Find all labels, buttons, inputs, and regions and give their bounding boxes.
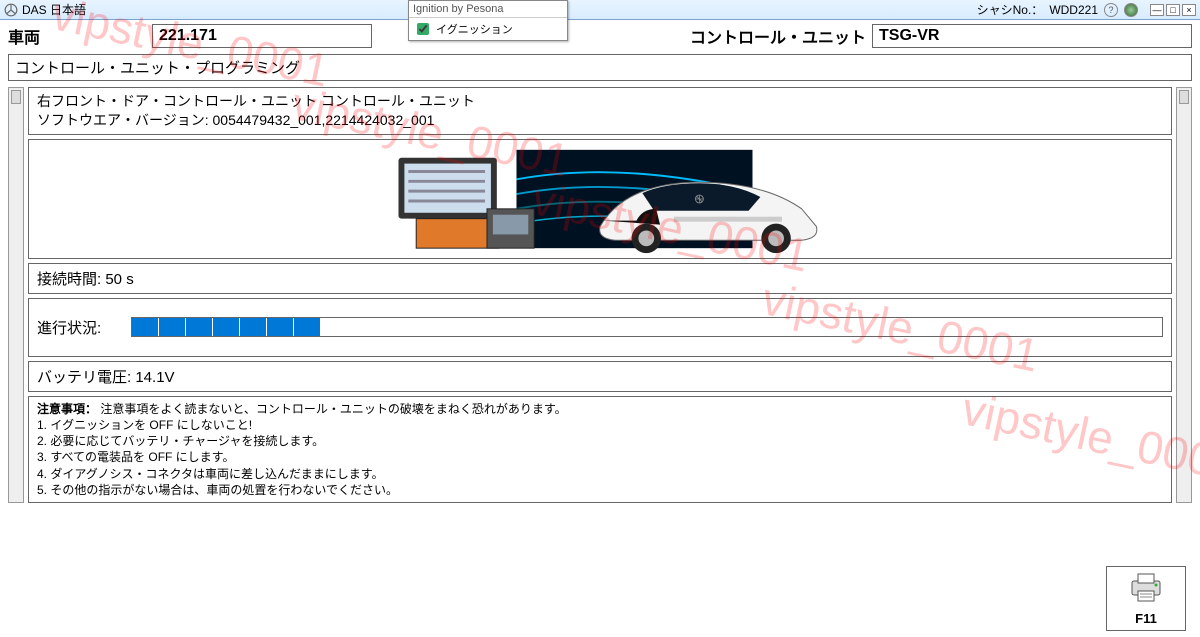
vehicle-field: 221.171 xyxy=(152,24,372,48)
battery-label: バッテリ電圧: xyxy=(37,369,131,386)
vehicle-label: 車両 xyxy=(8,24,40,48)
left-scrollbar[interactable] xyxy=(8,87,24,503)
chassis-value: WDD221 xyxy=(1049,3,1098,17)
ecu-label: コントロール・ユニット xyxy=(690,24,866,48)
window-titlebar: DAS 日本語 シャシNo.： WDD221 ? — □ × xyxy=(0,0,1200,20)
sw-version-label: ソフトウエア・バージョン: xyxy=(37,112,209,128)
progress-tick xyxy=(267,318,293,336)
banner-illustration-icon xyxy=(369,140,831,258)
notice-item: 2. 必要に応じてバッテリ・チャージャを接続します。 xyxy=(37,433,1163,449)
progress-tick xyxy=(159,318,185,336)
globe-icon[interactable] xyxy=(1124,3,1138,17)
progress-tick xyxy=(186,318,212,336)
function-key-bar: F11 xyxy=(1106,566,1186,631)
connection-panel: 接続時間: 50 s xyxy=(28,263,1172,294)
dropdown-title: Ignition by Pesona xyxy=(409,1,567,18)
notice-panel: 注意事項： 注意事項をよく読まないと、コントロール・ユニットの破壊をまねく恐れが… xyxy=(28,396,1172,503)
progress-tick xyxy=(213,318,239,336)
notice-item: 4. ダイアグノシス・コネクタは車両に差し込んだままにします。 xyxy=(37,466,1163,482)
progress-tick xyxy=(132,318,158,336)
progress-tick xyxy=(240,318,266,336)
work-area: 右フロント・ドア・コントロール・ユニット コントロール・ユニット ソフトウエア・… xyxy=(8,87,1192,503)
ecu-field: TSG-VR xyxy=(872,24,1192,48)
notice-header-text: 注意事項をよく読まないと、コントロール・ユニットの破壊をまねく恐れがあります。 xyxy=(100,402,566,416)
help-icon[interactable]: ? xyxy=(1104,3,1118,17)
minimize-button[interactable]: — xyxy=(1150,4,1164,16)
chassis-label: シャシNo.： xyxy=(977,1,1044,18)
section-title: コントロール・ユニット・プログラミング xyxy=(8,54,1192,81)
ignition-checkbox-label: イグニッション xyxy=(436,21,513,37)
f11-button[interactable]: F11 xyxy=(1106,566,1186,631)
ignition-checkbox[interactable] xyxy=(417,23,429,35)
battery-value: 14.1V xyxy=(135,369,174,386)
banner-panel xyxy=(28,139,1172,259)
ignition-dropdown[interactable]: Ignition by Pesona イグニッション xyxy=(408,0,568,41)
software-version-panel: 右フロント・ドア・コントロール・ユニット コントロール・ユニット ソフトウエア・… xyxy=(28,87,1172,135)
progress-tick xyxy=(294,318,320,336)
dropdown-item-ignition[interactable]: イグニッション xyxy=(409,18,567,40)
battery-panel: バッテリ電圧: 14.1V xyxy=(28,361,1172,392)
notice-item: 3. すべての電装品を OFF にします。 xyxy=(37,449,1163,465)
progress-bar xyxy=(131,317,1163,337)
notice-header: 注意事項： xyxy=(37,402,97,416)
maximize-button[interactable]: □ xyxy=(1166,4,1180,16)
progress-panel: 進行状況: xyxy=(28,298,1172,357)
notice-item: 1. イグニッションを OFF にしないこと! xyxy=(37,417,1163,433)
app-title: DAS 日本語 xyxy=(22,1,86,18)
printer-icon xyxy=(1126,571,1166,603)
header-row: 車両 221.171 コントロール・ユニット TSG-VR xyxy=(0,20,1200,54)
f11-label: F11 xyxy=(1135,611,1157,626)
connection-label: 接続時間: xyxy=(37,271,101,288)
sw-version-value: 0054479432_001,2214424032_001 xyxy=(213,112,435,128)
notice-item: 5. その他の指示がない場合は、車両の処置を行わないでください。 xyxy=(37,482,1163,498)
ecu-description: 右フロント・ドア・コントロール・ユニット コントロール・ユニット xyxy=(37,92,1163,111)
progress-label: 進行状況: xyxy=(37,317,117,338)
connection-value: 50 s xyxy=(105,271,133,288)
right-scrollbar[interactable] xyxy=(1176,87,1192,503)
app-logo-icon xyxy=(4,3,18,17)
close-button[interactable]: × xyxy=(1182,4,1196,16)
